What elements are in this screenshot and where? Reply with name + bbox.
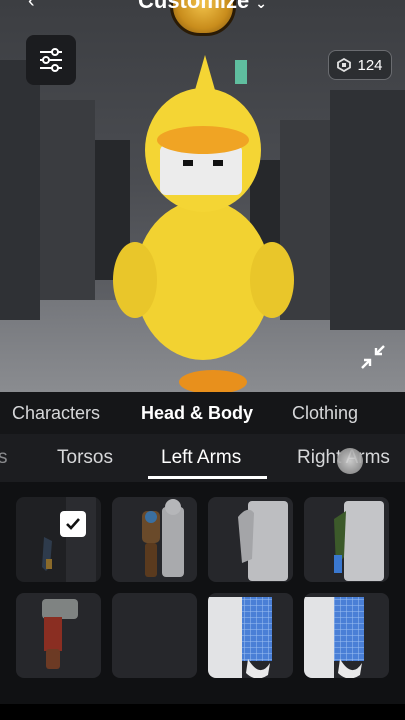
touch-indicator [337,448,363,474]
tab-clothing[interactable]: Clothing [292,403,358,424]
avatar-beak [157,126,249,154]
filter-button[interactable] [26,35,76,85]
robux-balance[interactable]: 124 [328,50,392,80]
item-thumbnail [334,501,384,581]
avatar-right-arm [250,242,294,318]
bottom-bar [0,704,405,720]
item-tile[interactable] [16,497,101,582]
robux-amount: 124 [357,56,383,74]
item-thumbnail [304,597,364,678]
item-thumbnail [142,499,184,577]
avatar-preview[interactable]: ‹ Customize ⌄ 124 [0,0,405,392]
tab-torsos[interactable]: Torsos [57,447,113,469]
item-tile[interactable] [304,593,389,678]
checkmark-icon [60,511,86,537]
avatar-eye [213,160,223,166]
item-thumbnail [42,599,78,669]
tab-partial[interactable]: s [0,447,8,469]
active-tab-indicator [148,476,267,479]
category-tabs: Characters Head & Body Clothing [0,392,405,434]
item-tile[interactable] [112,593,197,678]
tab-left-arms[interactable]: Left Arms [161,447,241,469]
collapse-button[interactable] [356,340,390,374]
avatar-feet [179,370,247,392]
item-tile[interactable] [112,497,197,582]
avatar-eye [183,160,193,166]
collapse-arrows-icon [361,345,385,369]
sliders-icon [40,48,62,72]
item-grid [0,482,405,720]
avatar-left-arm [113,242,157,318]
item-tile[interactable] [304,497,389,582]
tab-head-body[interactable]: Head & Body [141,403,253,424]
item-tile[interactable] [208,497,293,582]
item-tile[interactable] [208,593,293,678]
tab-characters[interactable]: Characters [12,403,100,424]
item-tile[interactable] [16,593,101,678]
item-thumbnail [238,501,288,581]
item-thumbnail [42,497,96,582]
item-thumbnail [208,597,272,678]
robux-icon [337,58,352,72]
avatar-hood-tuft [195,55,215,90]
sparkle-effect [235,60,247,84]
